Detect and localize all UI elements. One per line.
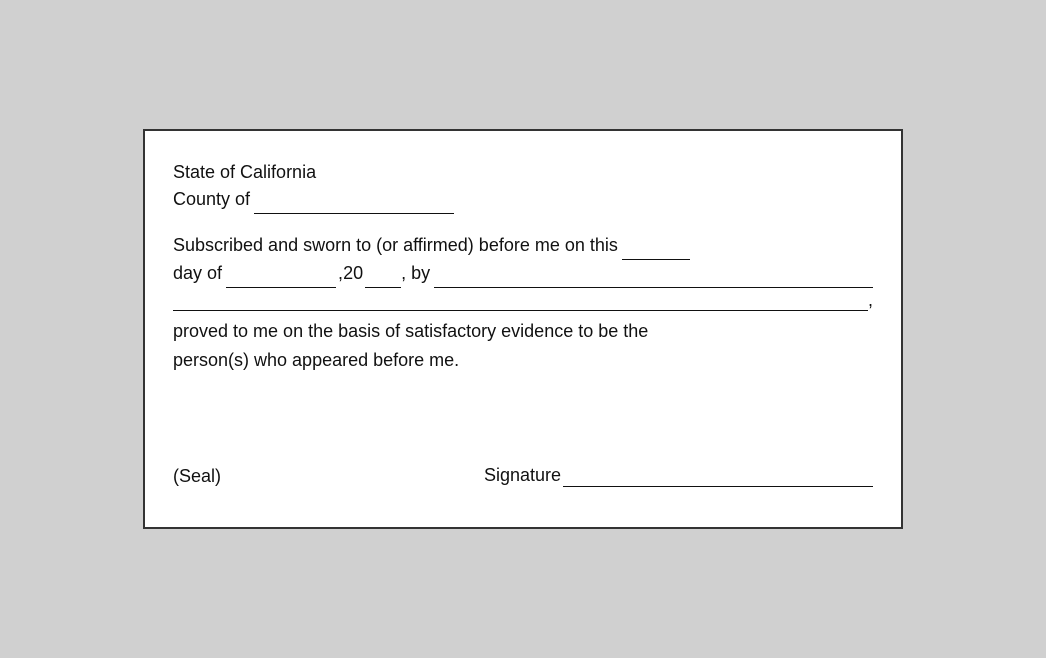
date-day-field[interactable] xyxy=(622,232,690,260)
subscribed-line2: day of , 20 , by xyxy=(173,260,873,288)
signature-area: Signature xyxy=(484,465,873,487)
subscribed-text: Subscribed and sworn to (or affirmed) be… xyxy=(173,232,618,259)
county-label: County of xyxy=(173,186,250,213)
month-field[interactable] xyxy=(226,260,336,288)
subscribed-block: Subscribed and sworn to (or affirmed) be… xyxy=(173,232,873,311)
signature-label: Signature xyxy=(484,465,561,486)
proved-text-line1: proved to me on the basis of satisfactor… xyxy=(173,321,648,341)
state-label: State of California xyxy=(173,159,316,186)
proved-text-line2: person(s) who appeared before me. xyxy=(173,350,459,370)
day-label: day of xyxy=(173,260,222,287)
notary-form: State of California County of Subscribed… xyxy=(143,129,903,529)
year-field[interactable] xyxy=(365,260,401,288)
county-line: County of xyxy=(173,186,873,214)
seal-label: (Seal) xyxy=(173,466,221,487)
continuation-comma: , xyxy=(868,290,873,311)
by-field[interactable] xyxy=(434,260,873,288)
county-field[interactable] xyxy=(254,186,454,214)
bottom-section: (Seal) Signature xyxy=(173,455,873,487)
state-line: State of California xyxy=(173,159,873,186)
subscribed-line1: Subscribed and sworn to (or affirmed) be… xyxy=(173,232,873,260)
continuation-row: , xyxy=(173,290,873,311)
signature-field[interactable] xyxy=(563,468,873,487)
by-label: , by xyxy=(401,260,430,287)
proved-block: proved to me on the basis of satisfactor… xyxy=(173,317,873,375)
continuation-field[interactable] xyxy=(173,292,868,311)
twenty-label: 20 xyxy=(343,260,363,287)
